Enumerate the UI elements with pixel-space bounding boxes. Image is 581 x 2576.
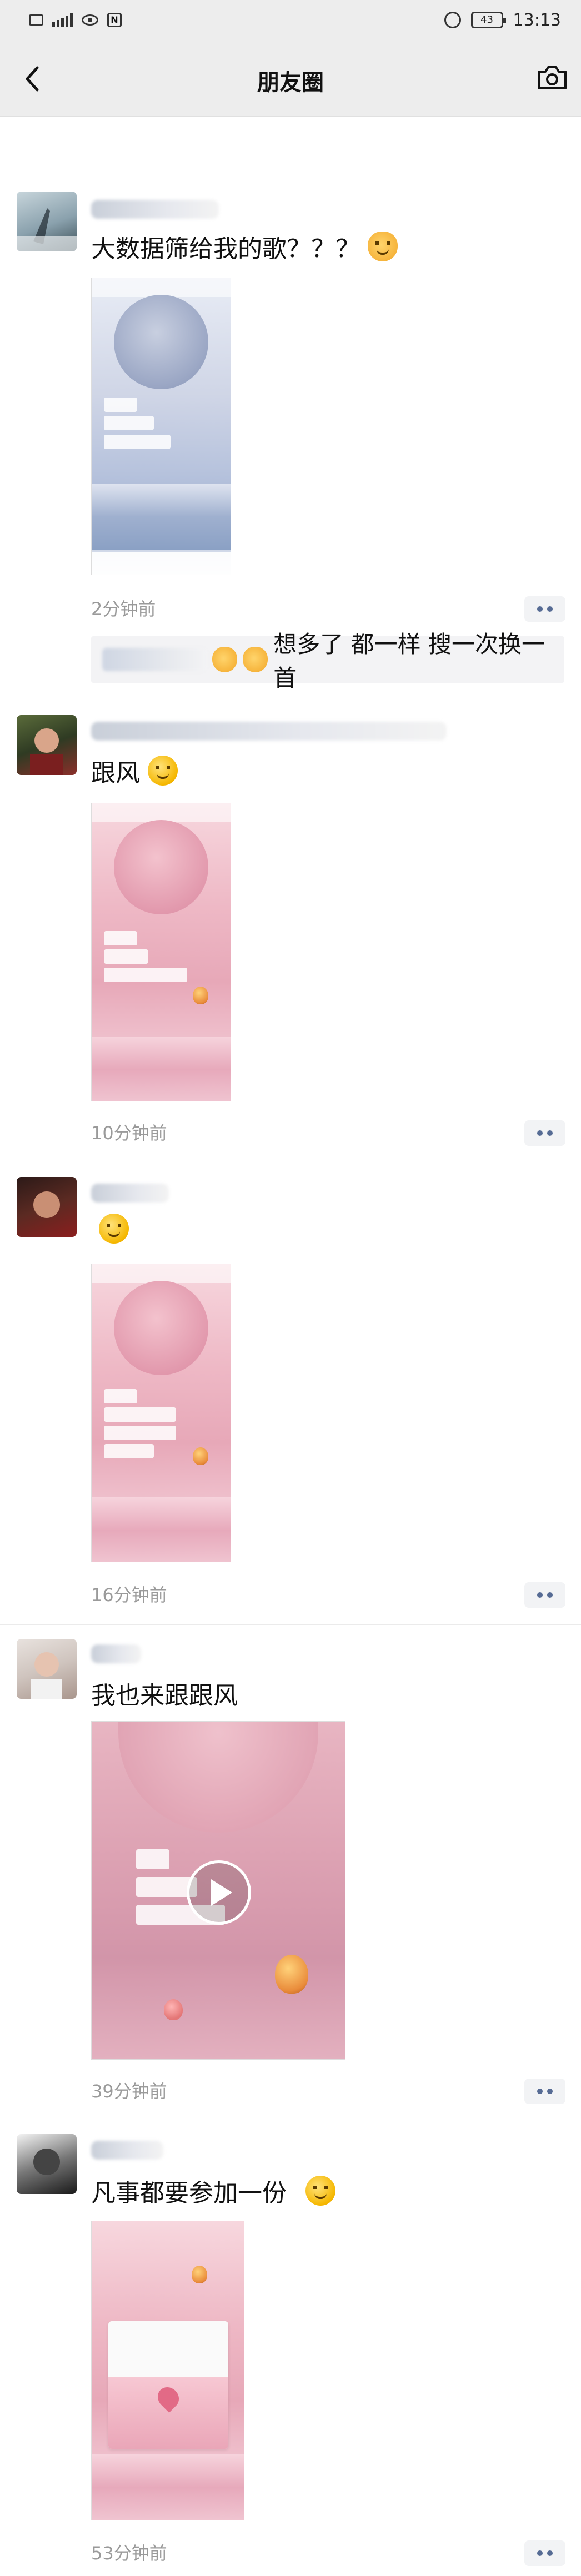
nav-bar: 朋友圈 bbox=[0, 40, 581, 117]
sim-card-icon bbox=[29, 14, 43, 26]
avatar[interactable] bbox=[17, 192, 77, 251]
status-bar: N 43 13:13 bbox=[0, 0, 581, 40]
cat-face-icon bbox=[242, 647, 268, 672]
thinking-face-icon bbox=[305, 2176, 335, 2206]
post-text: 我也来跟跟风 bbox=[91, 1682, 238, 1710]
post-video[interactable] bbox=[91, 1721, 345, 2060]
post-text: 跟风 bbox=[91, 753, 178, 788]
post-image[interactable] bbox=[91, 2221, 244, 2520]
camera-icon bbox=[538, 66, 567, 89]
signal-strength-icon bbox=[52, 13, 73, 27]
post-time: 53分钟前 bbox=[91, 2543, 167, 2564]
more-actions-button[interactable] bbox=[524, 1120, 565, 1146]
post-divider bbox=[0, 1624, 581, 1625]
cat-face-icon bbox=[212, 647, 237, 672]
post-image[interactable] bbox=[91, 803, 231, 1101]
nickname[interactable] bbox=[91, 1644, 141, 1663]
page-title: 朋友圈 bbox=[257, 70, 324, 95]
post-image[interactable] bbox=[91, 1264, 231, 1562]
nickname[interactable] bbox=[91, 722, 447, 741]
avatar[interactable] bbox=[17, 715, 77, 775]
more-actions-button[interactable] bbox=[524, 2079, 565, 2104]
alarm-icon bbox=[444, 12, 461, 28]
post-text bbox=[91, 1214, 129, 1244]
post-time: 16分钟前 bbox=[91, 1584, 167, 1606]
comment-text: 想多了 都一样 搜一次换一首 bbox=[273, 631, 545, 692]
post-time: 39分钟前 bbox=[91, 2081, 167, 2102]
more-actions-button[interactable] bbox=[524, 1582, 565, 1608]
post-text: 凡事都要参加一份 bbox=[91, 2173, 335, 2208]
flushed-face-icon bbox=[99, 1214, 129, 1244]
more-actions-button[interactable] bbox=[524, 2540, 565, 2566]
comment[interactable]: 想多了 都一样 搜一次换一首 bbox=[91, 631, 564, 692]
nickname[interactable] bbox=[91, 200, 219, 219]
commenter-name[interactable] bbox=[102, 648, 207, 671]
play-video-button[interactable] bbox=[187, 1860, 251, 1925]
thinking-face-icon bbox=[148, 756, 178, 786]
cat-face-icon bbox=[368, 232, 398, 261]
post-time: 2分钟前 bbox=[91, 598, 156, 620]
avatar[interactable] bbox=[17, 2134, 77, 2194]
eye-comfort-icon bbox=[82, 14, 98, 26]
battery-level: 43 bbox=[470, 12, 506, 28]
camera-button[interactable] bbox=[534, 62, 570, 93]
nickname[interactable] bbox=[91, 2141, 163, 2160]
post-image[interactable] bbox=[91, 278, 231, 575]
status-clock: 13:13 bbox=[513, 10, 561, 30]
nickname[interactable] bbox=[91, 1184, 169, 1203]
nfc-icon: N bbox=[107, 13, 122, 27]
more-actions-button[interactable] bbox=[524, 596, 565, 622]
post-time: 10分钟前 bbox=[91, 1123, 167, 1144]
avatar[interactable] bbox=[17, 1177, 77, 1237]
post-text: 大数据筛给我的歌？？？ bbox=[91, 229, 398, 264]
avatar[interactable] bbox=[17, 1639, 77, 1699]
